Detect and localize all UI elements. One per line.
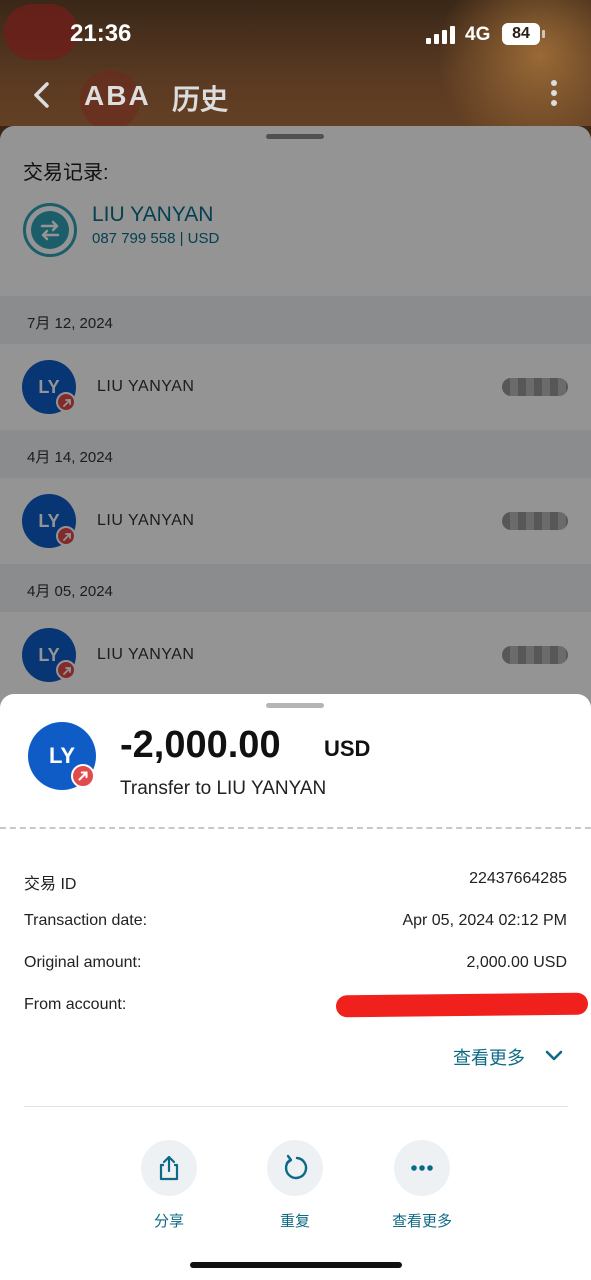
transaction-detail-sheet: LY -2,000.00 USD Transfer to LIU YANYAN …	[0, 694, 591, 1280]
transaction-currency: USD	[324, 736, 371, 761]
share-button[interactable]: 分享	[124, 1140, 214, 1231]
transaction-amount: -2,000.00	[120, 724, 281, 766]
more-label: 查看更多	[391, 1213, 452, 1230]
share-icon	[141, 1140, 197, 1196]
more-vertical-icon[interactable]	[548, 80, 560, 112]
field-value-original-amount: 2,000.00 USD	[466, 954, 567, 971]
field-value-transaction-id: 22437664285	[469, 870, 567, 887]
field-label-original-amount: Original amount:	[24, 954, 142, 971]
outgoing-arrow-icon	[71, 764, 95, 788]
repeat-label: 重复	[279, 1213, 310, 1230]
dashed-divider	[0, 827, 591, 829]
back-arrow-icon[interactable]	[28, 80, 58, 110]
transaction-description: Transfer to LIU YANYAN	[120, 778, 327, 799]
field-value-transaction-date: Apr 05, 2024 02:12 PM	[402, 912, 567, 929]
field-label-transaction-id: 交易 ID	[24, 876, 77, 893]
share-label: 分享	[153, 1213, 184, 1230]
sheet-grabber[interactable]	[266, 703, 324, 708]
nav-bar: ABA 历史	[0, 70, 591, 126]
battery-icon: 84	[502, 23, 540, 45]
home-indicator[interactable]	[190, 1262, 402, 1268]
field-label-transaction-date: Transaction date:	[24, 912, 148, 929]
redaction-mark	[335, 992, 589, 1018]
field-label-from-account: From account:	[24, 996, 127, 1013]
more-button[interactable]: 查看更多	[377, 1140, 467, 1231]
battery-tip	[542, 30, 545, 38]
status-time: 21:36	[70, 20, 132, 47]
brand-logo: ABA	[84, 80, 151, 111]
cellular-signal-icon	[426, 26, 456, 44]
repeat-button[interactable]: 重复	[250, 1140, 340, 1231]
network-type: 4G	[465, 24, 491, 45]
see-more-link[interactable]: 查看更多	[453, 1044, 525, 1070]
divider	[24, 1106, 568, 1107]
repeat-icon	[267, 1140, 323, 1196]
status-bar: 21:36 4G 84	[0, 0, 591, 70]
page-title: 历史	[172, 84, 229, 115]
chevron-down-icon[interactable]	[544, 1046, 564, 1066]
more-horizontal-icon	[394, 1140, 450, 1196]
